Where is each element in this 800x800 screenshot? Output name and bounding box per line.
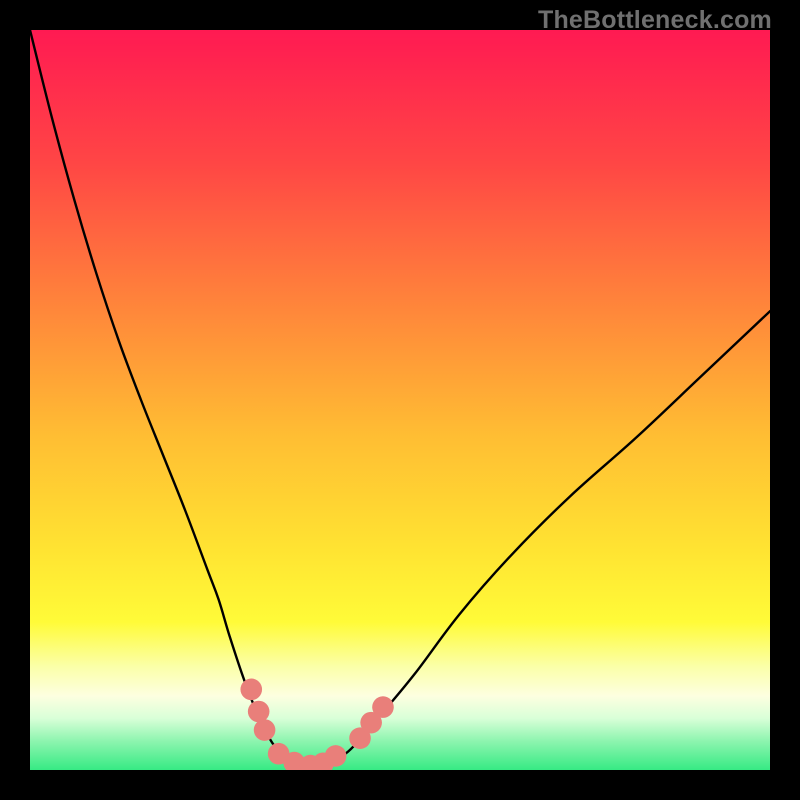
curve-marker (254, 719, 276, 741)
curve-marker (325, 745, 347, 767)
curve-marker (240, 679, 262, 701)
plot-area (30, 30, 770, 770)
bottleneck-curve (30, 30, 770, 770)
curve-marker (248, 701, 270, 723)
chart-frame: TheBottleneck.com TheBottleneck.com (0, 0, 800, 800)
curve-marker (372, 696, 394, 718)
